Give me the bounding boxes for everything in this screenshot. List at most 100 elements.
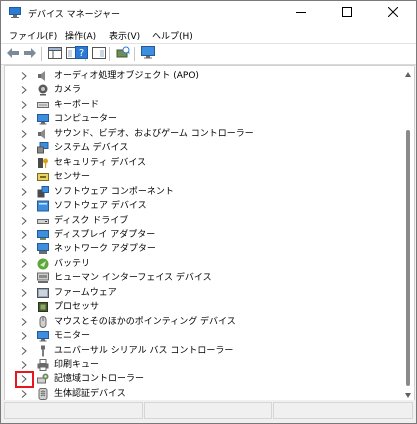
scroll-up-icon[interactable]	[405, 70, 411, 77]
tree-item[interactable]: オーディオ処理オブジェクト (APO)	[5, 69, 399, 83]
monitor-button[interactable]	[140, 46, 156, 62]
chevron-right-icon[interactable]	[18, 388, 30, 400]
mouse-icon	[37, 315, 49, 328]
security-key-icon	[37, 157, 49, 169]
camera-icon	[37, 84, 49, 96]
close-button[interactable]	[370, 1, 416, 26]
tree-item[interactable]: モニター	[5, 329, 399, 343]
toolbar: ?	[1, 44, 416, 64]
chevron-right-icon[interactable]	[18, 258, 30, 270]
network-adapter-icon	[37, 243, 49, 255]
tree-item[interactable]: ネットワーク アダプター	[5, 242, 399, 256]
tree-item[interactable]: サウンド、ビデオ、およびゲーム コントローラー	[5, 127, 399, 141]
chevron-right-icon[interactable]	[18, 272, 30, 284]
tree-item-label: 生体認証デバイス	[54, 388, 126, 399]
chevron-right-icon[interactable]	[18, 330, 30, 342]
tree-item[interactable]: コンピューター	[5, 112, 399, 126]
chevron-right-icon[interactable]	[18, 243, 30, 255]
chevron-right-icon[interactable]	[15, 371, 34, 389]
toolbar-divider	[41, 47, 42, 61]
tree-item-label: モニター	[54, 331, 91, 342]
tree-item-label: マウスとそのほかのポインティング デバイス	[54, 316, 236, 327]
status-cell	[144, 402, 272, 419]
tree-item-label: 印刷キュー	[54, 360, 100, 370]
biometric-icon	[37, 387, 49, 400]
device-tree-panel: オーディオ処理オブジェクト (APO) カメラキーボードコンピューターサウンド、ビ…	[4, 65, 415, 401]
minimize-icon	[296, 7, 306, 20]
chevron-right-icon[interactable]	[18, 301, 30, 313]
tree-item-label: ユニバーサル シリアル バス コントローラー	[54, 345, 234, 356]
tree-item[interactable]: ファームウェア	[5, 286, 399, 300]
tree-item[interactable]: センサー	[5, 170, 399, 184]
chevron-right-icon[interactable]	[18, 157, 30, 169]
menu-help[interactable]: ヘルプ(H)	[152, 29, 193, 42]
maximize-button[interactable]	[324, 1, 370, 26]
tree-item[interactable]: セキュリティ デバイス	[5, 156, 399, 170]
tree-item[interactable]: ヒューマン インターフェイス デバイス	[5, 271, 399, 285]
tree-item[interactable]: バッテリ	[5, 257, 399, 271]
window-title: デバイス マネージャー	[28, 10, 120, 20]
chevron-right-icon[interactable]	[18, 200, 30, 212]
forward-arrow-icon	[23, 47, 37, 62]
help-button[interactable]: ?	[73, 46, 89, 62]
forward-button[interactable]	[22, 46, 38, 62]
battery-icon	[37, 258, 49, 270]
status-cell	[4, 402, 143, 419]
help-icon: ?	[74, 46, 88, 62]
tree-item[interactable]: 印刷キュー	[5, 358, 399, 372]
chevron-right-icon[interactable]	[18, 171, 30, 183]
chevron-right-icon[interactable]	[18, 215, 30, 227]
scan-hardware-button[interactable]	[115, 46, 131, 62]
tree-item-label: オーディオ処理オブジェクト (APO)	[54, 71, 199, 81]
tree-item[interactable]: ディスプレイ アダプター	[5, 228, 399, 242]
tree-item-label: ソフトウェア コンポーネント	[54, 186, 174, 197]
tree-item[interactable]: システム デバイス	[5, 141, 399, 155]
chevron-right-icon[interactable]	[18, 113, 30, 125]
chevron-right-icon[interactable]	[18, 345, 30, 357]
chevron-right-icon[interactable]	[18, 229, 30, 241]
tree-item[interactable]: プロセッサ	[5, 300, 399, 314]
sensor-icon	[37, 171, 49, 183]
menu-action[interactable]: 操作(A)	[65, 29, 96, 42]
tree-item[interactable]: マウスとそのほかのポインティング デバイス	[5, 315, 399, 329]
tree-item[interactable]: ソフトウェア デバイス	[5, 199, 399, 213]
tree-item-label: ファームウェア	[54, 287, 117, 298]
speaker-icon	[37, 128, 49, 140]
tree-item[interactable]: カメラ	[5, 83, 399, 97]
chevron-right-icon[interactable]	[18, 84, 30, 96]
vertical-scrollbar[interactable]	[402, 66, 414, 400]
chevron-right-icon[interactable]	[18, 99, 30, 111]
chevron-right-icon[interactable]	[18, 316, 30, 328]
minimize-button[interactable]	[278, 1, 324, 26]
tree-item-label: コンピューター	[54, 114, 118, 125]
chevron-right-icon[interactable]	[18, 287, 30, 299]
chevron-right-icon[interactable]	[18, 142, 30, 154]
firmware-icon	[37, 287, 49, 299]
tree-item[interactable]: キーボード	[5, 98, 399, 112]
monitor-icon	[37, 330, 49, 342]
menu-file[interactable]: ファイル(F)	[9, 29, 57, 42]
title-bar: デバイス マネージャー	[1, 1, 416, 26]
back-button[interactable]	[5, 46, 21, 62]
chevron-right-icon[interactable]	[18, 70, 30, 82]
processor-icon	[37, 301, 49, 313]
software-component-icon	[37, 185, 49, 198]
svg-text:?: ?	[78, 48, 83, 59]
action-pane-icon	[92, 46, 106, 62]
menu-view[interactable]: 表示(V)	[109, 29, 140, 42]
scrollbar-thumb[interactable]	[406, 130, 410, 386]
hid-icon	[37, 272, 49, 284]
chevron-right-icon[interactable]	[18, 186, 30, 198]
tree-item[interactable]: 生体認証デバイス	[5, 387, 399, 400]
tree-item-label: キーボード	[54, 99, 100, 110]
tree-item[interactable]: ユニバーサル シリアル バス コントローラー	[5, 344, 399, 358]
action-pane-button[interactable]	[91, 46, 107, 62]
tree-item[interactable]: ソフトウェア コンポーネント	[5, 185, 399, 199]
properties-button[interactable]	[47, 46, 63, 62]
scroll-down-icon[interactable]	[405, 391, 411, 398]
monitor-icon	[141, 46, 155, 62]
tree-item[interactable]: ディスク ドライブ	[5, 214, 399, 228]
chevron-right-icon[interactable]	[18, 359, 30, 371]
chevron-right-icon[interactable]	[18, 128, 30, 140]
tree-item[interactable]: 記憶域コントローラー	[5, 371, 399, 389]
